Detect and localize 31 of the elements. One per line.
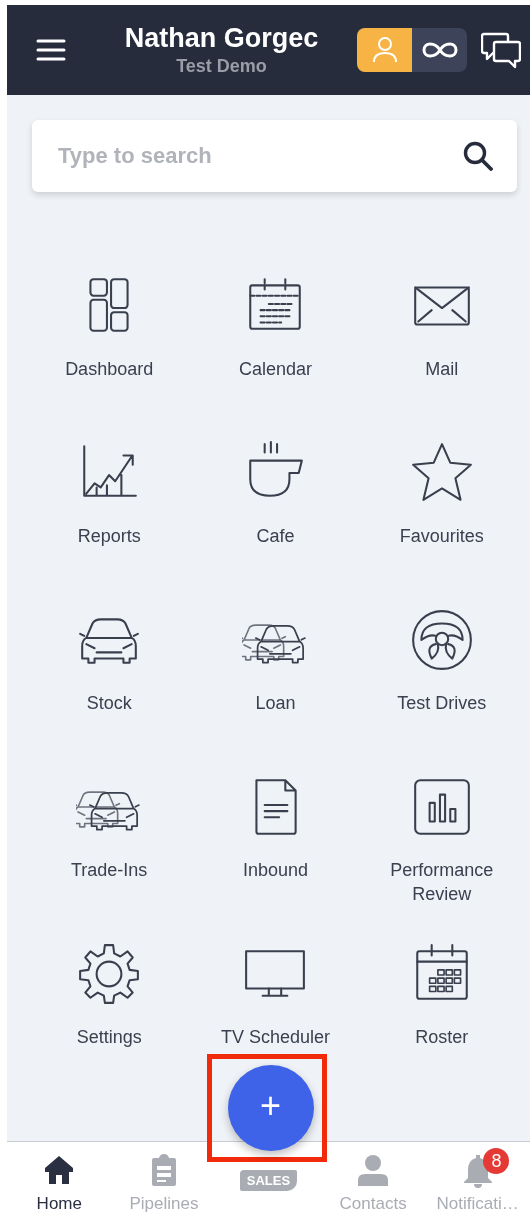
menu-tile[interactable]: Test Drives [366, 607, 517, 715]
user-name: Nathan Gorgec [124, 23, 319, 53]
person-icon [357, 1154, 390, 1188]
menu-tile[interactable]: Favourites [366, 440, 517, 548]
menu-tile[interactable]: Cafe [200, 440, 351, 548]
menu-icon[interactable] [36, 39, 66, 61]
search-field[interactable]: Type to search [58, 136, 463, 176]
menu-tile[interactable]: Mail [366, 273, 517, 381]
account-name: Test Demo [176, 55, 267, 77]
menu-tile[interactable]: Loan [200, 607, 351, 715]
bell-icon [461, 1154, 494, 1188]
person-toggle[interactable] [357, 28, 412, 72]
menu-tile[interactable]: Settings [34, 941, 185, 1049]
menu-tile[interactable]: Trade-Ins [34, 774, 185, 882]
count-badge: 8 [483, 1148, 510, 1174]
menu-tile[interactable]: Reports [34, 440, 185, 548]
nav-tab[interactable]: Notificati… 8 [425, 1142, 530, 1214]
add-button[interactable]: + [227, 1065, 314, 1151]
menu-tile[interactable]: Roster [366, 941, 517, 1049]
menu-tile[interactable]: Stock [34, 607, 185, 715]
menu-tile[interactable]: Inbound [200, 774, 351, 882]
menu-tile[interactable]: TV Scheduler [200, 941, 351, 1049]
chat-icon[interactable] [481, 31, 521, 69]
nav-tab[interactable]: Home [7, 1142, 112, 1214]
menu-tile[interactable]: Dashboard [34, 273, 185, 381]
menu-tile[interactable]: Calendar [200, 273, 351, 381]
person-icon [371, 36, 398, 64]
infinity-icon [420, 40, 459, 60]
menu-tile[interactable]: Performance Review [366, 774, 517, 906]
search-bar[interactable]: Type to search [32, 120, 517, 192]
search-icon [463, 141, 493, 171]
